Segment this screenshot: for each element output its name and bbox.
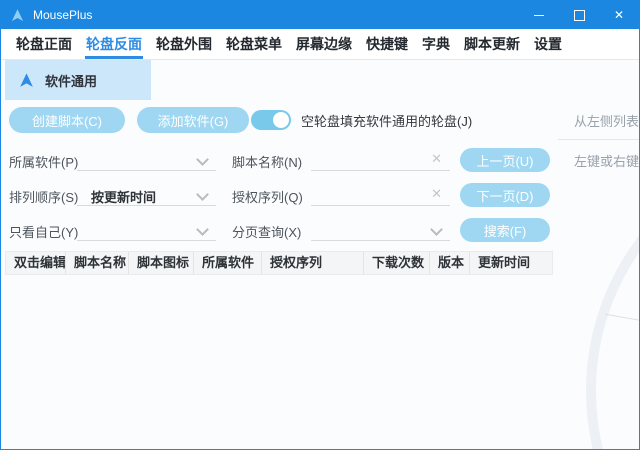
subtab-label: 软件通用 — [45, 71, 97, 90]
license-serial-label: 授权序列(Q) — [232, 187, 303, 206]
col-owner-software[interactable]: 所属软件 — [194, 252, 262, 274]
toggle-label: 空轮盘填充软件通用的轮盘(J) — [301, 111, 472, 130]
close-button[interactable]: ✕ — [599, 1, 639, 29]
chevron-down-icon — [196, 188, 209, 201]
script-name-label: 脚本名称(N) — [232, 152, 302, 171]
titlebar: MousePlus ✕ — [1, 1, 639, 29]
tab-settings[interactable]: 设置 — [527, 29, 569, 59]
side-divider — [558, 139, 640, 140]
col-update-time[interactable]: 更新时间 — [470, 252, 552, 274]
clear-icon[interactable]: ✕ — [431, 151, 442, 167]
sort-order-label: 排列顺序(S) — [9, 187, 78, 206]
owner-software-select[interactable] — [77, 148, 216, 171]
subtab-software-general[interactable]: 软件通用 — [5, 60, 151, 100]
only-mine-label: 只看自己(Y) — [9, 222, 78, 241]
mouseplus-window: MousePlus ✕ 轮盘正面 轮盘反面 轮盘外围 轮盘菜单 屏幕边缘 快捷键… — [0, 0, 640, 450]
window-controls: ✕ — [519, 1, 639, 29]
side-note-1: 从左侧列表 — [574, 111, 640, 130]
minimize-button[interactable] — [519, 1, 559, 29]
chevron-down-icon — [196, 223, 209, 236]
tab-wheel-front[interactable]: 轮盘正面 — [9, 29, 79, 59]
only-mine-select[interactable] — [77, 218, 216, 241]
chevron-down-icon — [196, 153, 209, 166]
filter-row-2: 排列顺序(S) 按更新时间 授权序列(Q) ✕ 下一页(D) — [1, 183, 640, 207]
filter-row-1: 所属软件(P) 脚本名称(N) ✕ 上一页(U) — [1, 148, 640, 172]
app-logo-icon — [10, 8, 25, 23]
filter-row-3: 只看自己(Y) 分页查询(X) 搜索(F) — [1, 218, 640, 242]
script-name-input[interactable]: ✕ — [311, 148, 450, 171]
col-script-name[interactable]: 脚本名称 — [66, 252, 129, 274]
col-version[interactable]: 版本 — [430, 252, 470, 274]
add-software-button[interactable]: 添加软件(G) — [137, 107, 249, 133]
clear-icon[interactable]: ✕ — [431, 186, 442, 202]
col-double-click-edit[interactable]: 双击编辑 — [6, 252, 66, 274]
close-icon: ✕ — [614, 8, 624, 22]
window-title: MousePlus — [33, 8, 92, 22]
tab-dictionary[interactable]: 字典 — [415, 29, 457, 59]
sort-order-select[interactable]: 按更新时间 — [77, 183, 216, 206]
sort-order-value: 按更新时间 — [91, 187, 156, 206]
maximize-icon — [574, 10, 585, 21]
tab-script-update[interactable]: 脚本更新 — [457, 29, 527, 59]
next-page-button[interactable]: 下一页(D) — [460, 183, 550, 207]
tab-wheel-menu[interactable]: 轮盘菜单 — [219, 29, 289, 59]
maximize-button[interactable] — [559, 1, 599, 29]
col-script-icon[interactable]: 脚本图标 — [129, 252, 194, 274]
fill-empty-wheel-toggle[interactable] — [251, 110, 291, 130]
prev-page-button[interactable]: 上一页(U) — [460, 148, 550, 172]
page-query-select[interactable] — [311, 218, 450, 241]
col-download-count[interactable]: 下载次数 — [364, 252, 430, 274]
license-serial-input[interactable]: ✕ — [311, 183, 450, 206]
col-license-serial[interactable]: 授权序列 — [262, 252, 364, 274]
tab-screen-edge[interactable]: 屏幕边缘 — [289, 29, 359, 59]
minimize-icon — [534, 15, 544, 16]
toggle-knob — [273, 112, 289, 128]
table-header-row: 双击编辑 脚本名称 脚本图标 所属软件 授权序列 下载次数 版本 更新时间 — [5, 251, 553, 275]
search-button[interactable]: 搜索(F) — [460, 218, 550, 242]
cursor-triangle-icon — [18, 72, 35, 89]
page-query-label: 分页查询(X) — [232, 222, 301, 241]
tab-bar: 轮盘正面 轮盘反面 轮盘外围 轮盘菜单 屏幕边缘 快捷键 字典 脚本更新 设置 — [1, 29, 639, 60]
tab-wheel-outer[interactable]: 轮盘外围 — [149, 29, 219, 59]
tab-wheel-back[interactable]: 轮盘反面 — [79, 29, 149, 59]
owner-software-label: 所属软件(P) — [9, 152, 78, 171]
create-script-button[interactable]: 创建脚本(C) — [9, 107, 125, 133]
chevron-down-icon — [430, 223, 443, 236]
tab-shortcut-keys[interactable]: 快捷键 — [359, 29, 415, 59]
